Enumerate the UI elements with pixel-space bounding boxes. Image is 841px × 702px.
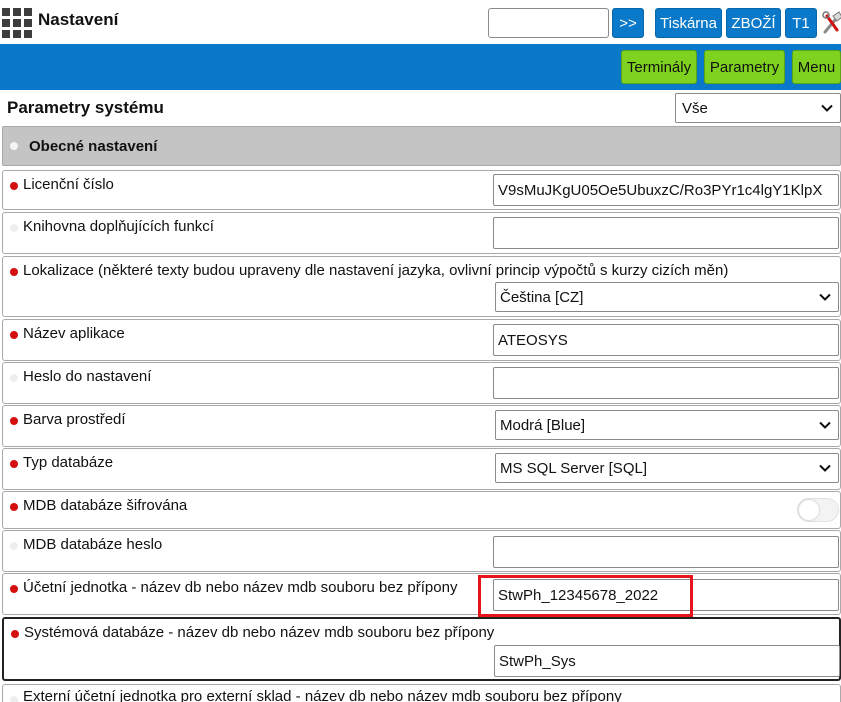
library-input[interactable] [493,217,839,249]
setting-label: Systémová databáze - název db nebo název… [24,624,495,641]
chevron-down-icon [819,421,831,429]
setting-label: Heslo do nastavení [23,368,152,385]
required-marker-icon [10,182,18,190]
parameters-button[interactable]: Parametry [704,50,785,84]
setting-label: Typ databáze [23,454,114,471]
filter-select-value: Vše [682,99,708,117]
app-name-input[interactable]: ATEOSYS [493,324,839,356]
setting-row-accounting-unit: Účetní jednotka - název db nebo název md… [2,573,841,615]
required-marker-icon [10,331,18,339]
system-database-input[interactable]: StwPh_Sys [494,645,840,677]
setting-label: MDB databáze šifrována [23,497,188,514]
setting-row-library: Knihovna doplňujících funkcí [2,212,841,254]
database-type-select-value: MS SQL Server [SQL] [500,459,647,477]
setting-row-settings-password: Heslo do nastavení [2,362,841,404]
setting-label: Licenční číslo [23,176,114,193]
localization-select-value: Čeština [CZ] [500,288,584,306]
go-button[interactable]: >> [612,8,644,38]
apps-grid-icon[interactable] [2,8,32,38]
chevron-down-icon [819,464,831,472]
optional-marker-icon [10,696,18,702]
highlight-box [478,575,693,617]
tools-icon[interactable] [821,8,841,38]
section-title: Obecné nastavení [29,138,158,155]
toggle-knob [799,500,819,520]
section-header[interactable]: Obecné nastavení [2,126,841,166]
mdb-encrypted-toggle[interactable] [797,498,839,522]
settings-password-input[interactable] [493,367,839,399]
page-title: Parametry systému [7,98,164,117]
chevron-down-icon [819,293,831,301]
setting-row-license: Licenční číslo V9sMuJKgU05Oe5UbuxzC/Ro3P… [2,170,841,210]
setting-row-localization: Lokalizace (některé texty budou upraveny… [2,256,841,317]
theme-color-select-value: Modrá [Blue] [500,416,586,434]
required-marker-icon [10,503,18,511]
terminal-button[interactable]: T1 [785,8,817,38]
required-marker-icon [10,417,18,425]
localization-select[interactable]: Čeština [CZ] [495,282,839,312]
required-marker-icon [10,268,18,276]
app-title: Nastavení [38,10,119,29]
setting-row-theme-color: Barva prostředí Modrá [Blue] [2,405,841,447]
setting-label: MDB databáze heslo [23,536,163,553]
optional-marker-icon [10,224,18,232]
optional-marker-icon [10,374,18,382]
setting-label: Barva prostředí [23,411,126,428]
setting-row-mdb-encrypted: MDB databáze šifrována [2,491,841,529]
terminals-button[interactable]: Terminály [621,50,697,84]
setting-row-mdb-password: MDB databáze heslo [2,530,841,572]
setting-label: Účetní jednotka - název db nebo název md… [23,579,458,596]
filter-select[interactable]: Vše [675,93,841,123]
search-input[interactable] [488,8,609,38]
menu-button[interactable]: Menu [792,50,841,84]
setting-label: Lokalizace (některé texty budou upraveny… [23,262,729,279]
setting-label: Knihovna doplňujících funkcí [23,218,214,235]
setting-row-database-type: Typ databáze MS SQL Server [SQL] [2,448,841,490]
setting-row-external-unit: Externí účetní jednotka pro externí skla… [2,684,841,702]
license-number-input[interactable]: V9sMuJKgU05Oe5UbuxzC/Ro3PYr1c4lgY1KlpX [493,174,839,206]
setting-row-system-database: Systémová databáze - název db nebo název… [2,617,841,681]
theme-color-select[interactable]: Modrá [Blue] [495,410,839,440]
required-marker-icon [11,630,19,638]
setting-label: Externí účetní jednotka pro externí skla… [23,688,622,702]
required-marker-icon [10,585,18,593]
optional-marker-icon [10,542,18,550]
required-marker-icon [10,460,18,468]
section-bullet-icon [10,142,18,150]
database-type-select[interactable]: MS SQL Server [SQL] [495,453,839,483]
mdb-password-input[interactable] [493,536,839,568]
printer-button[interactable]: Tiskárna [655,8,722,38]
chevron-down-icon [821,104,833,112]
goods-button[interactable]: ZBOŽÍ [726,8,781,38]
setting-row-app-name: Název aplikace ATEOSYS [2,319,841,361]
setting-label: Název aplikace [23,325,125,342]
